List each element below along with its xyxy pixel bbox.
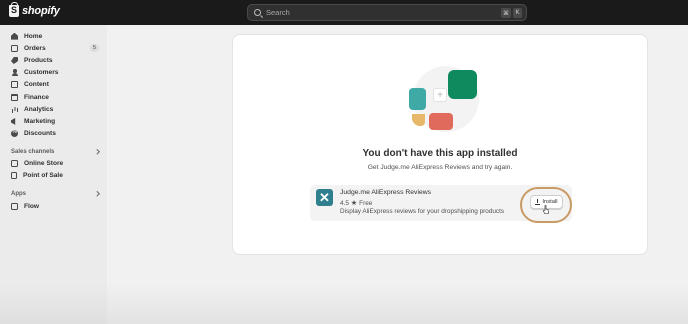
hand-cursor-icon: [543, 205, 549, 214]
sidebar-item-marketing[interactable]: Marketing: [0, 115, 107, 127]
chevron-right-icon[interactable]: [93, 191, 99, 197]
megaphone-icon: [11, 117, 16, 125]
sidebar: Home Orders 5 Products Customers Content…: [0, 25, 107, 324]
sidebar-item-label: Online Store: [24, 160, 64, 168]
teal-tile-shape: [409, 88, 426, 110]
sidebar-item-customers[interactable]: Customers: [0, 67, 107, 79]
star-icon: ★: [350, 200, 358, 207]
orders-icon: [11, 44, 18, 52]
app-rating-price: 4.5 ★ Free: [340, 199, 373, 208]
pos-icon: [11, 172, 17, 180]
top-bar: shopify ⌘ K: [0, 0, 688, 25]
home-icon: [11, 32, 18, 40]
sidebar-item-flow[interactable]: Flow: [0, 200, 107, 212]
sidebar-item-label: Discounts: [24, 130, 56, 138]
bank-icon: [11, 93, 18, 101]
shopify-logo[interactable]: shopify: [9, 2, 60, 17]
chevron-right-icon[interactable]: [93, 148, 99, 154]
search-icon: [254, 9, 261, 16]
orders-count-badge: 5: [90, 44, 99, 53]
shopify-bag-icon: [9, 2, 19, 17]
green-tile-shape: [448, 70, 477, 99]
judgeme-app-icon: ✕: [316, 189, 333, 206]
yellow-tile-shape: [412, 114, 425, 126]
app-description: Display AliExpress reviews for your drop…: [340, 208, 505, 215]
sidebar-item-home[interactable]: Home: [0, 30, 107, 42]
page-subtitle: Get Judge.me AliExpress Reviews and try …: [367, 164, 513, 171]
sidebar-item-discounts[interactable]: Discounts: [0, 128, 107, 140]
brand-name: shopify: [22, 5, 60, 17]
flow-icon: [11, 202, 18, 210]
section-heading-label: Sales channels: [11, 148, 55, 155]
sidebar-item-label: Home: [24, 32, 43, 40]
download-icon: [535, 198, 541, 205]
empty-state-illustration: +: [406, 66, 486, 134]
red-tile-shape: [429, 113, 453, 130]
k-key-hint: K: [513, 8, 522, 18]
sidebar-item-label: Marketing: [24, 117, 56, 125]
person-icon: [11, 69, 18, 77]
sidebar-item-online-store[interactable]: Online Store: [0, 158, 107, 170]
sidebar-item-content[interactable]: Content: [0, 79, 107, 91]
sidebar-item-label: Products: [24, 56, 53, 64]
apps-heading[interactable]: Apps: [0, 188, 107, 200]
sidebar-item-orders[interactable]: Orders 5: [0, 42, 107, 54]
app-rating: 4.5: [340, 199, 349, 207]
store-icon: [11, 160, 18, 168]
sidebar-item-point-of-sale[interactable]: Point of Sale: [0, 170, 107, 182]
command-key-hint: ⌘: [501, 8, 511, 18]
app-not-installed-card: + You don't have this app installed Get …: [232, 34, 648, 255]
sidebar-item-label: Orders: [24, 44, 46, 52]
sales-channels-heading[interactable]: Sales channels: [0, 146, 107, 158]
search-input[interactable]: [266, 8, 466, 17]
content-icon: [11, 81, 18, 89]
chart-icon: [11, 106, 18, 113]
app-name: Judge.me AliExpress Reviews: [340, 189, 432, 196]
sidebar-item-analytics[interactable]: Analytics: [0, 103, 107, 115]
page-title: You don't have this app installed: [362, 148, 518, 159]
plus-icon: +: [433, 88, 447, 102]
sidebar-item-label: Customers: [24, 69, 59, 77]
sidebar-item-label: Analytics: [24, 105, 54, 113]
discount-icon: [11, 129, 18, 138]
app-price: Free: [359, 199, 373, 207]
tag-icon: [11, 56, 18, 64]
sidebar-item-products[interactable]: Products: [0, 54, 107, 66]
search-bar[interactable]: ⌘ K: [247, 4, 527, 21]
sidebar-item-finance[interactable]: Finance: [0, 91, 107, 103]
sidebar-item-label: Point of Sale: [23, 172, 63, 180]
section-heading-label: Apps: [11, 191, 26, 198]
sidebar-item-label: Content: [24, 81, 49, 89]
sidebar-item-label: Flow: [24, 202, 40, 210]
sidebar-item-label: Finance: [24, 93, 49, 101]
